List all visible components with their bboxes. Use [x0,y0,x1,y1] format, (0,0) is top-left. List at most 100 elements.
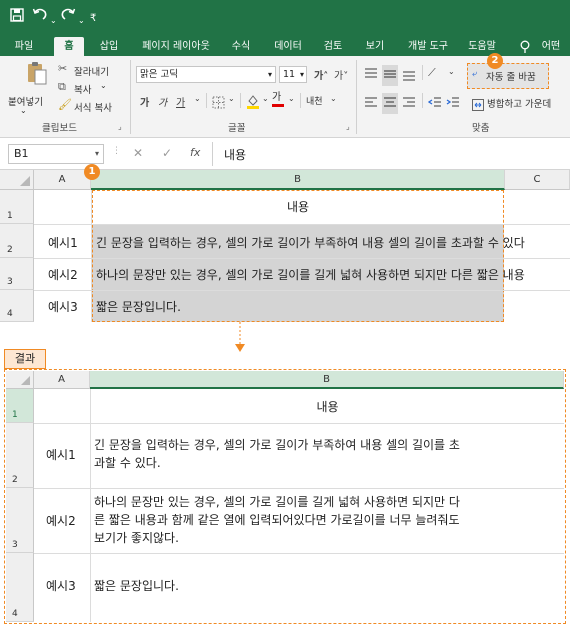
font-size-dropdown-icon[interactable]: ▾ [300,67,304,82]
copy-dropdown-icon[interactable]: ⌄ [100,81,107,90]
cell-a2[interactable]: 예시1 [48,234,78,251]
column-header-c[interactable]: C [505,170,570,190]
align-right-icon[interactable] [402,94,416,113]
align-top-icon[interactable] [364,66,378,85]
result-cell-a2: 예시1 [46,448,76,462]
increase-font-icon[interactable]: 가˄ [314,67,328,82]
decrease-indent-icon[interactable] [427,94,442,113]
tab-review[interactable]: 검토 [318,37,348,56]
result-cell-b2-line: 긴 문장을 입력하는 경우, 셀의 가로 길이가 부족하여 내용 셀의 길이를 … [94,438,460,452]
result-row-header-4: 4 [6,553,34,622]
row-header-4[interactable]: 4 [0,290,34,322]
border-dropdown-icon[interactable]: ⌄ [228,94,235,103]
orientation-icon[interactable]: ⟋ [428,66,436,80]
increase-indent-icon[interactable] [446,94,460,113]
result-column-header-a: A [34,371,90,389]
tab-insert[interactable]: 삽입 [94,37,124,56]
format-painter-button[interactable]: 서식 복사 [74,100,112,114]
format-painter-icon[interactable]: 🖌 [58,98,72,111]
font-launcher-icon[interactable]: ⌟ [346,122,350,131]
row-header-3[interactable]: 3 [0,258,34,290]
cut-icon[interactable]: ✂ [58,62,67,75]
undo-dropdown-icon[interactable]: ⌄ [50,12,57,30]
border-icon[interactable] [212,94,225,113]
font-size-combo[interactable]: 11 ▾ [279,66,307,83]
underline-icon[interactable]: 가 [176,94,185,109]
wrap-text-button[interactable]: 자동 줄 바꿈 [486,69,536,83]
ribbon-divider [422,93,423,108]
font-color-dropdown-icon[interactable]: ⌄ [288,94,295,103]
cell-b2[interactable]: 긴 문장을 입력하는 경우, 셀의 가로 길이가 부족하여 내용 셀의 길이를 … [96,234,570,251]
copy-button[interactable]: 복사 [74,82,91,96]
fill-color-dropdown-icon[interactable]: ⌄ [262,94,269,103]
phonetic-dropdown-icon[interactable]: ⌄ [330,94,337,103]
orientation-dropdown-icon[interactable]: ⌄ [448,67,455,76]
row-header-2[interactable]: 2 [0,224,34,258]
formula-input[interactable]: 내용 [224,146,246,163]
cut-button[interactable]: 잘라내기 [74,64,109,78]
align-left-icon[interactable] [364,94,378,113]
font-color-icon[interactable]: 가 [272,92,284,107]
ribbon-divider [422,65,423,80]
cell-b1[interactable]: 내용 [92,198,504,215]
name-box-value: B1 [14,147,29,160]
tab-formulas[interactable]: 수식 [226,37,256,56]
merge-center-button[interactable]: 병합하고 가운데 [487,96,551,110]
wrap-text-icon[interactable]: ⤶ [472,69,477,79]
align-center-icon[interactable] [382,93,398,114]
italic-icon[interactable]: 가 [158,94,167,109]
clipboard-group-label: 클립보드 [42,123,77,134]
alignment-group-label: 맞춤 [472,123,490,134]
result-cell-a3: 예시2 [46,514,76,528]
redo-icon[interactable] [60,6,76,26]
tab-data[interactable]: 데이터 [268,37,308,56]
align-bottom-icon[interactable] [402,66,416,85]
undo-icon[interactable] [32,6,48,26]
tab-home[interactable]: 홈 [54,37,84,56]
ribbon-divider [356,60,357,134]
name-box-dropdown-icon[interactable]: ▾ [95,145,99,163]
clipboard-launcher-icon[interactable]: ⌟ [118,122,122,131]
align-middle-icon[interactable] [382,65,398,86]
underline-dropdown-icon[interactable]: ⌄ [194,94,201,103]
bold-icon[interactable]: 가 [140,94,149,109]
column-header-a[interactable]: A [34,170,91,190]
formula-divider [212,142,213,166]
enter-icon[interactable]: ✓ [162,146,172,160]
tab-tell-me[interactable]: 어떤 [534,37,568,56]
step-badge-2: 2 [487,53,503,69]
result-cell-b2: 긴 문장을 입력하는 경우, 셀의 가로 길이가 부족하여 내용 셀의 길이를 … [94,436,562,472]
paste-icon[interactable] [26,60,48,90]
cell-a3[interactable]: 예시2 [48,266,78,283]
fill-color-icon[interactable] [246,93,260,113]
phonetic-icon[interactable]: 내천 [306,94,323,107]
select-all-corner[interactable] [0,170,34,190]
tab-view[interactable]: 보기 [360,37,390,56]
tab-file[interactable]: 파일 [10,37,38,56]
merge-center-icon[interactable] [472,96,484,115]
tab-developer[interactable]: 개발 도구 [402,37,454,56]
result-row-header-1: 1 [6,389,34,423]
tab-page-layout[interactable]: 페이지 레이아웃 [136,37,216,56]
cell-b4[interactable]: 짧은 문장입니다. [96,298,181,315]
decrease-font-icon[interactable]: 가˅ [334,67,348,82]
row-header-1[interactable]: 1 [0,190,34,224]
copy-icon[interactable]: ⧉ [58,80,66,94]
name-box[interactable]: B1 ▾ [8,144,104,164]
font-name-combo[interactable]: 맑은 고딕 ▾ [136,66,276,83]
ribbon-divider [206,93,207,108]
paste-dropdown-icon[interactable]: ⌄ [20,106,27,115]
column-header-b[interactable]: B [91,170,505,190]
font-name-dropdown-icon[interactable]: ▾ [268,67,272,82]
ribbon-divider [300,93,301,108]
font-group-label: 글꼴 [228,123,246,134]
tell-me-icon[interactable] [518,37,532,56]
customize-icon[interactable]: ₹ [90,10,96,28]
cell-a4[interactable]: 예시3 [48,298,78,315]
cancel-icon[interactable]: ✕ [133,146,143,160]
result-cell-b4: 짧은 문장입니다. [94,579,179,593]
cell-b3[interactable]: 하나의 문장만 있는 경우, 셀의 가로 길이를 길게 넓혀 사용하면 되지만 … [96,266,570,283]
insert-function-icon[interactable]: fx [190,146,200,159]
save-icon[interactable] [10,8,24,26]
redo-dropdown-icon[interactable]: ⌄ [78,12,85,30]
